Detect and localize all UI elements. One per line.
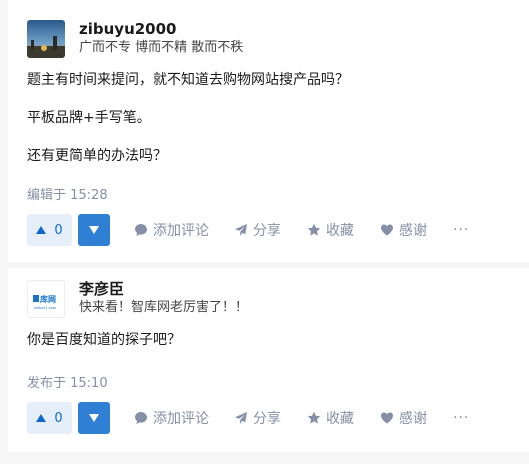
upvote-button[interactable]: 0 (27, 402, 72, 434)
triangle-up-icon (36, 414, 47, 422)
answer-paragraph: 你是百度知道的探子吧？ (27, 332, 181, 348)
share-button[interactable]: 分享 (234, 402, 281, 434)
logo-subtext: zhiku51.com (34, 306, 57, 310)
heart-icon (381, 224, 393, 236)
comment-button[interactable]: 添加评论 (134, 214, 209, 246)
more-button[interactable]: ··· (453, 402, 469, 434)
upvote-button[interactable]: 0 (27, 214, 72, 246)
comment-icon (135, 412, 147, 424)
avatar[interactable] (27, 20, 65, 58)
answer-author: 库网 zhiku51.com 李彦臣 快来看！智库网老厉害了！！ (27, 280, 248, 318)
answer-paragraph: 平板品牌+手写笔。 (27, 110, 151, 126)
triangle-down-icon (89, 226, 99, 234)
more-button[interactable]: ··· (453, 214, 469, 246)
paper-plane-icon (235, 412, 247, 424)
favorite-button[interactable]: 收藏 (307, 214, 354, 246)
triangle-down-icon (89, 414, 99, 422)
comment-button[interactable]: 添加评论 (134, 402, 209, 434)
comment-icon (135, 224, 147, 236)
author-bio: 广而不专 博而不精 散而不秩 (79, 40, 244, 55)
answer-card: zibuyu2000 广而不专 博而不精 散而不秩 题主有时间来提问，就不知道去… (8, 0, 529, 262)
paper-plane-icon (235, 224, 247, 236)
answer-time[interactable]: 编辑于 15:28 (27, 184, 108, 203)
author-name[interactable]: zibuyu2000 (79, 20, 243, 38)
answer-author: zibuyu2000 广而不专 博而不精 散而不秩 (27, 20, 243, 58)
answer-actions: 0 添加评论 分享 收藏 感谢 ··· (27, 402, 517, 434)
logo-text: 库网 (40, 294, 56, 304)
vote-count: 0 (54, 410, 63, 426)
downvote-button[interactable] (78, 214, 110, 246)
heart-icon (381, 412, 393, 424)
zhiku-logo-icon: 库网 zhiku51.com (28, 281, 64, 317)
thanks-button[interactable]: 感谢 (380, 214, 427, 246)
downvote-button[interactable] (78, 402, 110, 434)
answer-actions: 0 添加评论 分享 收藏 感谢 ··· (27, 214, 517, 246)
answer-paragraph: 还有更简单的办法吗？ (27, 148, 167, 164)
answer-content: 你是百度知道的探子吧？ (27, 330, 181, 350)
share-button[interactable]: 分享 (234, 214, 281, 246)
star-icon (307, 223, 321, 236)
answer-paragraph: 题主有时间来提问，就不知道去购物网站搜产品吗？ (27, 72, 349, 88)
author-name[interactable]: 李彦臣 (79, 280, 248, 298)
vote-count: 0 (54, 222, 63, 238)
answer-content: 题主有时间来提问，就不知道去购物网站搜产品吗？ 平板品牌+手写笔。 还有更简单的… (27, 70, 349, 166)
author-bio: 快来看！智库网老厉害了！！ (79, 300, 249, 315)
answer-time[interactable]: 发布于 15:10 (27, 372, 108, 391)
avatar[interactable]: 库网 zhiku51.com (27, 280, 65, 318)
star-icon (307, 411, 321, 424)
avatar-image (27, 20, 65, 58)
answer-card: 库网 zhiku51.com 李彦臣 快来看！智库网老厉害了！！ 你是百度知道的… (8, 268, 529, 452)
triangle-up-icon (36, 226, 47, 234)
favorite-button[interactable]: 收藏 (307, 402, 354, 434)
thanks-button[interactable]: 感谢 (380, 402, 427, 434)
